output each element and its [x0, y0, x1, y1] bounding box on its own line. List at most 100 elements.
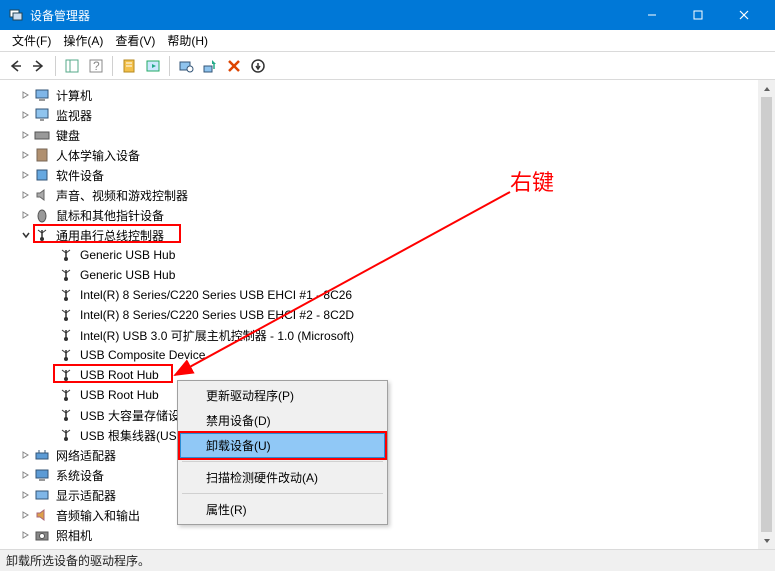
tree-item-usb-child[interactable]: USB 根集线器(USB 3.0): [4, 425, 775, 445]
title-bar: 设备管理器: [0, 0, 775, 30]
scroll-down-button[interactable]: [758, 532, 775, 549]
tree-label: 系统设备: [56, 467, 104, 484]
menu-view[interactable]: 查看(V): [109, 30, 161, 51]
chevron-right-icon[interactable]: [20, 191, 32, 199]
context-uninstall-device[interactable]: 卸载设备(U): [180, 433, 385, 458]
uninstall-button[interactable]: [223, 55, 245, 77]
maximize-button[interactable]: [675, 0, 721, 30]
chevron-right-icon[interactable]: [20, 91, 32, 99]
display-adapter-icon: [34, 487, 50, 503]
chevron-right-icon[interactable]: [20, 451, 32, 459]
tree-label: USB Composite Device: [80, 348, 205, 362]
chevron-right-icon[interactable]: [20, 151, 32, 159]
tree-label: USB Root Hub: [80, 388, 159, 402]
tree-label: Intel(R) 8 Series/C220 Series USB EHCI #…: [80, 288, 352, 302]
usb-icon: [58, 247, 74, 263]
scroll-thumb[interactable]: [761, 97, 772, 532]
context-properties[interactable]: 属性(R): [180, 497, 385, 522]
chevron-down-icon[interactable]: [20, 231, 32, 239]
tree-label: 计算机: [56, 87, 92, 104]
context-disable-device[interactable]: 禁用设备(D): [180, 408, 385, 433]
close-button[interactable]: [721, 0, 767, 30]
tree-label: 软件设备: [56, 167, 104, 184]
tree-item-computers[interactable]: 计算机: [4, 85, 775, 105]
tree-label: 鼠标和其他指针设备: [56, 207, 164, 224]
menu-file[interactable]: 文件(F): [6, 30, 57, 51]
tree-label: USB Root Hub: [80, 368, 159, 382]
tree-item-usb-child[interactable]: USB Composite Device: [4, 345, 775, 365]
tree-item-keyboard[interactable]: 键盘: [4, 125, 775, 145]
speaker-icon: [34, 187, 50, 203]
chevron-right-icon[interactable]: [20, 531, 32, 539]
tree-item-usb-child[interactable]: Intel(R) 8 Series/C220 Series USB EHCI #…: [4, 305, 775, 325]
chevron-right-icon[interactable]: [20, 171, 32, 179]
chevron-right-icon[interactable]: [20, 491, 32, 499]
tree-item-usb-child[interactable]: USB Root Hub: [4, 385, 775, 405]
tree-item-usb-child[interactable]: USB 大容量存储设备: [4, 405, 775, 425]
show-hide-tree-button[interactable]: [61, 55, 83, 77]
audio-icon: [34, 507, 50, 523]
usb-icon: [58, 427, 74, 443]
update-driver-button[interactable]: [199, 55, 221, 77]
status-text: 卸载所选设备的驱动程序。: [6, 552, 150, 569]
network-icon: [34, 447, 50, 463]
tree-label: Intel(R) 8 Series/C220 Series USB EHCI #…: [80, 308, 354, 322]
minimize-button[interactable]: [629, 0, 675, 30]
tree-label: Generic USB Hub: [80, 268, 175, 282]
system-icon: [34, 467, 50, 483]
tree-item-mouse[interactable]: 鼠标和其他指针设备: [4, 205, 775, 225]
action-button[interactable]: [142, 55, 164, 77]
tree-item-usb-root-hub-selected[interactable]: USB Root Hub: [4, 365, 775, 385]
tree-label: 网络适配器: [56, 447, 116, 464]
tree-item-monitors[interactable]: 监视器: [4, 105, 775, 125]
tree-item-system[interactable]: 系统设备: [4, 465, 775, 485]
tree-item-software[interactable]: 软件设备: [4, 165, 775, 185]
scan-hardware-button[interactable]: [175, 55, 197, 77]
context-uninstall-label: 卸载设备(U): [206, 439, 271, 453]
chevron-right-icon[interactable]: [20, 111, 32, 119]
usb-icon: [34, 227, 50, 243]
hid-icon: [34, 147, 50, 163]
menu-help[interactable]: 帮助(H): [161, 30, 214, 51]
tree-item-display[interactable]: 显示适配器: [4, 485, 775, 505]
tree-item-sound[interactable]: 声音、视频和游戏控制器: [4, 185, 775, 205]
tree-item-hid[interactable]: 人体学输入设备: [4, 145, 775, 165]
tree-item-network[interactable]: 网络适配器: [4, 445, 775, 465]
vertical-scrollbar[interactable]: [758, 80, 775, 549]
context-menu: 更新驱动程序(P) 禁用设备(D) 卸载设备(U) 扫描检测硬件改动(A) 属性…: [177, 380, 388, 525]
tree-item-camera[interactable]: 照相机: [4, 525, 775, 545]
tree-item-usb-child[interactable]: Intel(R) 8 Series/C220 Series USB EHCI #…: [4, 285, 775, 305]
usb-icon: [58, 367, 74, 383]
tree-item-usb-child[interactable]: Generic USB Hub: [4, 245, 775, 265]
usb-icon: [58, 307, 74, 323]
back-button[interactable]: [4, 55, 26, 77]
camera-icon: [34, 527, 50, 543]
forward-button[interactable]: [28, 55, 50, 77]
tree-label: 监视器: [56, 107, 92, 124]
context-update-driver[interactable]: 更新驱动程序(P): [180, 383, 385, 408]
scroll-up-button[interactable]: [758, 80, 775, 97]
help-button[interactable]: ?: [85, 55, 107, 77]
usb-icon: [58, 347, 74, 363]
tree-label: 通用串行总线控制器: [56, 227, 164, 244]
chevron-right-icon[interactable]: [20, 511, 32, 519]
usb-icon: [58, 287, 74, 303]
tree-item-audio-io[interactable]: 音频输入和输出: [4, 505, 775, 525]
tree-item-usb-child[interactable]: Intel(R) USB 3.0 可扩展主机控制器 - 1.0 (Microso…: [4, 325, 775, 345]
tree-item-usb-controllers[interactable]: 通用串行总线控制器: [4, 225, 775, 245]
keyboard-icon: [34, 127, 50, 143]
menu-action[interactable]: 操作(A): [57, 30, 109, 51]
tree-label: Generic USB Hub: [80, 248, 175, 262]
window-title: 设备管理器: [30, 7, 629, 24]
svg-text:?: ?: [93, 59, 100, 73]
properties-button[interactable]: [118, 55, 140, 77]
chevron-right-icon[interactable]: [20, 471, 32, 479]
toolbar: ?: [0, 52, 775, 80]
chevron-right-icon[interactable]: [20, 131, 32, 139]
tree-label: USB 大容量存储设备: [80, 407, 192, 424]
tree-item-usb-child[interactable]: Generic USB Hub: [4, 265, 775, 285]
context-scan-hardware[interactable]: 扫描检测硬件改动(A): [180, 465, 385, 490]
disable-button[interactable]: [247, 55, 269, 77]
usb-icon: [58, 407, 74, 423]
chevron-right-icon[interactable]: [20, 211, 32, 219]
